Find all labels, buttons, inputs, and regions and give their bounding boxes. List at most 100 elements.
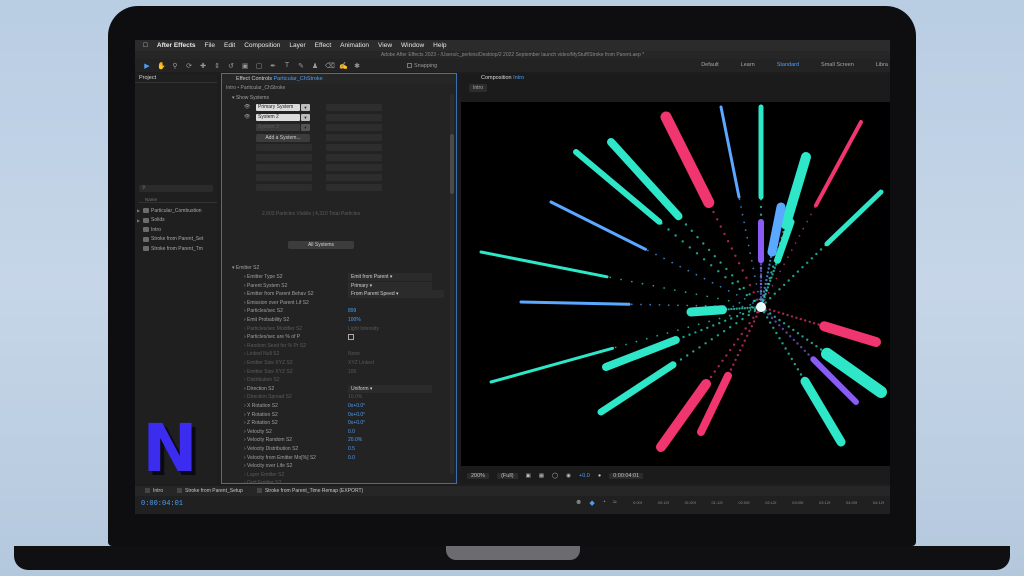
workspace-learn[interactable]: Learn (741, 62, 755, 68)
scrollbar-thumb[interactable] (450, 134, 454, 194)
type-tool-icon[interactable]: T (283, 62, 291, 69)
property-label[interactable]: › Linked Null S2 (244, 350, 279, 358)
menu-composition[interactable]: Composition (244, 42, 280, 49)
rectangle-tool-icon[interactable]: ▢ (255, 62, 263, 70)
roto-tool-icon[interactable]: ✍ (339, 62, 348, 70)
menu-view[interactable]: View (378, 42, 392, 49)
property-value[interactable]: 0.5 (348, 445, 355, 453)
menu-effect[interactable]: Effect (315, 42, 332, 49)
close-icon[interactable] (177, 488, 183, 494)
dolly-tool-icon[interactable]: ⇕ (213, 62, 221, 70)
mask-visibility-icon[interactable]: ◯ (552, 473, 558, 479)
project-panel-title[interactable]: Project (135, 73, 217, 83)
pen-tool-icon[interactable]: ✒ (269, 62, 277, 70)
expand-arrow-icon[interactable]: ▶ (137, 218, 141, 223)
property-value[interactable]: 20.0% (348, 436, 362, 444)
workspace-small-screen[interactable]: Small Screen (821, 62, 854, 68)
snapshot-icon[interactable]: ● (598, 473, 601, 479)
property-value[interactable]: 0x+0.0° (348, 402, 365, 410)
workspace-libraries[interactable]: Libra (876, 62, 888, 68)
effect-controls-scrollbar[interactable] (450, 94, 454, 474)
property-label[interactable]: › Velocity S2 (244, 428, 272, 436)
snapping-toggle[interactable]: Snapping (407, 63, 437, 69)
property-label[interactable]: › Parent System S2 (244, 282, 287, 290)
close-icon[interactable] (256, 488, 262, 494)
frame-blend-icon[interactable]: ◆ (589, 499, 594, 507)
motion-blur-icon[interactable]: ◔ (602, 499, 606, 507)
property-label[interactable]: › Emitter Size XYZ S2 (244, 368, 293, 376)
menu-animation[interactable]: Animation (340, 42, 369, 49)
timeline-current-time[interactable]: 0:00:04:01 (141, 500, 183, 508)
property-value[interactable]: 0.0 (348, 428, 355, 436)
property-value[interactable]: None (348, 350, 360, 358)
property-label[interactable]: › Emitter Size XYZ S2 (244, 359, 293, 367)
composition-tab-intro[interactable]: Intro (469, 84, 488, 92)
property-label[interactable]: › Emission over Parent Lif S2 (244, 299, 309, 307)
project-column-name[interactable]: Name (139, 197, 217, 203)
property-label[interactable]: › Layer Emitter S2 (244, 471, 284, 479)
exposure-value[interactable]: +0.0 (579, 473, 590, 479)
composition-panel-title[interactable]: Composition Intro (461, 73, 890, 83)
puppet-tool-icon[interactable]: ✱ (353, 62, 361, 70)
orbit-tool-icon[interactable]: ⟳ (185, 62, 193, 70)
pan-tool-icon[interactable]: ✚ (199, 62, 207, 70)
selection-tool-icon[interactable]: ▶ (143, 62, 151, 70)
stamp-tool-icon[interactable]: ♟ (311, 62, 319, 70)
system-2-dropdown[interactable]: ▼ (301, 114, 310, 121)
composition-timecode[interactable]: 0:00:04:01 (609, 473, 644, 479)
resolution-dropdown[interactable]: (Full) (497, 473, 518, 479)
property-value[interactable]: 0x+0.0° (348, 419, 365, 427)
system-primary[interactable]: Primary System (256, 104, 300, 111)
graph-editor-icon[interactable]: ≈ (613, 499, 617, 507)
property-label[interactable]: › Velocity Random S2 (244, 436, 292, 444)
app-menu[interactable]: After Effects (157, 42, 196, 49)
property-label[interactable]: › Random Seed for % Pr S2 (244, 342, 306, 350)
property-label[interactable]: › Z Rotation S2 (244, 419, 278, 427)
project-item[interactable]: Stroke from Parent_Tm (137, 244, 217, 254)
timeline-tab-setup[interactable]: Stroke from Parent_Setup (177, 488, 243, 494)
property-checkbox[interactable] (348, 334, 354, 341)
timeline-ruler[interactable]: 0:00f 00:12f 01:00f 01:12f 02:00f 02:12f… (633, 500, 890, 508)
property-value[interactable]: 100% (348, 316, 361, 324)
property-label[interactable]: › Emitter from Parent Behav S2 (244, 290, 313, 298)
system-2[interactable]: System 2 (256, 114, 300, 121)
eraser-tool-icon[interactable]: ⌫ (325, 62, 335, 70)
property-label[interactable]: › Particles/sec Modifier S2 (244, 325, 302, 333)
property-value[interactable]: XYZ Linked (348, 359, 374, 367)
system-primary-dropdown[interactable]: ▼ (301, 104, 310, 111)
region-of-interest-icon[interactable]: ▣ (526, 473, 531, 479)
composition-viewer[interactable] (461, 102, 890, 466)
property-label[interactable]: › Direction Spread S2 (244, 393, 292, 401)
menu-file[interactable]: File (205, 42, 215, 49)
menu-layer[interactable]: Layer (289, 42, 305, 49)
property-value[interactable]: Light Intensity (348, 325, 379, 333)
property-label[interactable]: › Particles/sec S2 (244, 307, 283, 315)
menu-edit[interactable]: Edit (224, 42, 235, 49)
property-label[interactable]: › Emitter Type S2 (244, 273, 283, 281)
property-value[interactable]: 100 (348, 368, 356, 376)
timeline-tab-intro[interactable]: Intro (145, 488, 163, 494)
property-label[interactable]: › Velocity over Life S2 (244, 462, 292, 470)
property-label[interactable]: › Y Rotation S2 (244, 411, 278, 419)
transparency-grid-icon[interactable]: ▦ (539, 473, 544, 479)
property-dropdown[interactable]: Primary ▾ (348, 281, 432, 290)
system-3-dropdown[interactable]: ▼ (301, 124, 310, 131)
property-label[interactable]: › X Rotation S2 (244, 402, 278, 410)
property-label[interactable]: › Distribution S2 (244, 376, 280, 384)
show-systems-toggle[interactable]: ▾ Show Systems (232, 94, 269, 102)
property-value[interactable]: 0x+0.0° (348, 411, 365, 419)
property-label[interactable]: › Velocity from Emitter Mo[%] S2 (244, 454, 316, 462)
menu-help[interactable]: Help (433, 42, 446, 49)
zoom-dropdown[interactable]: 200% (467, 473, 490, 479)
eye-icon[interactable]: 👁 (244, 113, 250, 121)
project-item[interactable]: ▶ Solids (137, 216, 217, 226)
zoom-tool-icon[interactable]: ⚲ (171, 62, 179, 70)
emitter-section-toggle[interactable]: ▾ Emitter S2 (232, 264, 259, 272)
menu-window[interactable]: Window (401, 42, 424, 49)
hand-tool-icon[interactable]: ✋ (157, 62, 166, 70)
snapping-checkbox[interactable] (407, 63, 412, 68)
timeline-tab-export[interactable]: Stroke from Parent_Time Remap (EXPORT) (256, 488, 363, 494)
rotate-tool-icon[interactable]: ↺ (227, 62, 235, 70)
effect-controls-tab[interactable]: Effect Controls Particular_ChStroke (222, 74, 456, 84)
property-value[interactable]: 0.0 (348, 454, 355, 462)
